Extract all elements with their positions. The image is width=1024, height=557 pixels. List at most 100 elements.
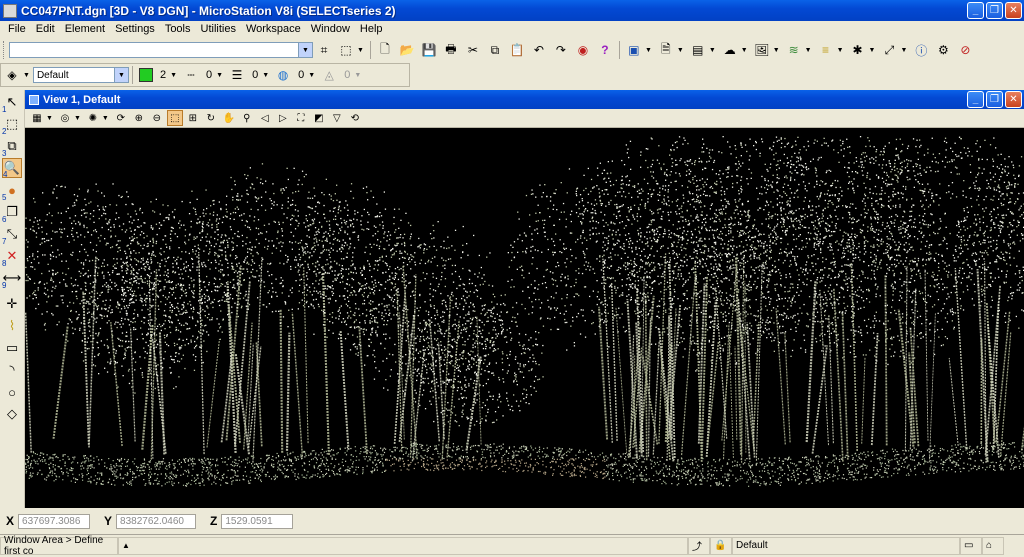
menu-element[interactable]: Element (65, 23, 105, 35)
walk-icon[interactable]: ⚲ (239, 110, 255, 126)
line-style-value: 0 (206, 69, 212, 81)
rectangle-icon[interactable]: ▭ (2, 338, 22, 358)
circle-icon[interactable]: ○ (2, 382, 22, 402)
previous-view-icon[interactable]: ◁ (257, 110, 273, 126)
window-area-icon[interactable]: ⬚ (167, 110, 183, 126)
view-window: View 1, Default _ ❐ ✕ ▦▼ ◎▼ ✺▼ ⟳ ⊕ ⊖ ⬚ ⊞… (25, 90, 1024, 508)
save-icon[interactable]: 💾 (420, 41, 438, 59)
raster-icon[interactable]: ☁ (721, 41, 739, 59)
close-button[interactable]: ✕ (1005, 2, 1022, 19)
menu-settings[interactable]: Settings (115, 23, 155, 35)
shape-icon[interactable]: ◇ (2, 404, 22, 424)
line-style-icon[interactable]: ┄ (182, 66, 200, 84)
manipulate-icon[interactable]: ●5 (2, 180, 22, 200)
point-cloud-canvas[interactable] (25, 128, 1024, 508)
level-manager-icon[interactable]: ◈ (3, 66, 21, 84)
view-close-button[interactable]: ✕ (1005, 91, 1022, 108)
info-icon[interactable]: ⓘ (912, 41, 930, 59)
menu-window[interactable]: Window (311, 23, 350, 35)
cut-icon[interactable]: ✂ (464, 41, 482, 59)
accudraw-icon[interactable]: ⤢ (880, 41, 898, 59)
home-icon[interactable]: ⌂ (982, 537, 1004, 555)
zoom-in-icon[interactable]: ⊕ (131, 110, 147, 126)
clip-volume-icon[interactable]: ◩ (311, 110, 327, 126)
next-view-icon[interactable]: ▷ (275, 110, 291, 126)
globe-icon[interactable]: ◉ (574, 41, 592, 59)
maximize-button[interactable]: ❐ (986, 2, 1003, 19)
smartline-icon[interactable]: ⌇ (2, 316, 22, 336)
fence-icon[interactable]: ⬚ (337, 41, 355, 59)
menu-utilities[interactable]: Utilities (201, 23, 236, 35)
snap-icon[interactable]: ✱ (849, 41, 867, 59)
window-title: CC047PNT.dgn [3D - V8 DGN] - MicroStatio… (21, 4, 396, 18)
models-icon[interactable]: ▤ (689, 41, 707, 59)
delete-icon[interactable]: ✕8 (2, 246, 22, 266)
view-attributes-icon[interactable]: ▦ (29, 110, 45, 126)
menu-workspace[interactable]: Workspace (246, 23, 301, 35)
copy-icon[interactable]: ⧉ (486, 41, 504, 59)
measure-icon[interactable]: ⟷9 (2, 268, 22, 288)
menu-file[interactable]: File (8, 23, 26, 35)
pan-icon[interactable]: ✋ (221, 110, 237, 126)
transparency-icon[interactable]: ◬ (320, 66, 338, 84)
rotate-view-icon[interactable]: ↻ (203, 110, 219, 126)
select-icon[interactable]: ↖1 (2, 92, 22, 112)
place-line-icon[interactable]: ✛ (2, 294, 22, 314)
menu-tools[interactable]: Tools (165, 23, 191, 35)
new-file-icon[interactable]: 🗋 (376, 41, 394, 59)
lock-icon[interactable]: 🔒 (710, 537, 732, 555)
undo-icon[interactable]: ↶ (530, 41, 548, 59)
fit-view-icon[interactable]: ⊞ (185, 110, 201, 126)
standard-toolbar: ▼ ⌗ ⬚▼ 🗋 📂 💾 🖶 ✂ ⧉ 📋 ↶ ↷ ◉ ? ▣▼ 🗎▼ ▤▼ ☁▼… (0, 37, 1024, 63)
level-combo[interactable]: Default ▼ (33, 67, 129, 83)
lighting-icon[interactable]: ✺ (85, 110, 101, 126)
clip-mask-icon[interactable]: ▽ (329, 110, 345, 126)
y-label: Y (104, 514, 112, 528)
chevron-down-icon[interactable]: ▼ (298, 43, 312, 57)
line-weight-icon[interactable]: ☰ (228, 66, 246, 84)
layers-icon[interactable]: ≋ (785, 41, 803, 59)
paste-icon[interactable]: 📋 (508, 41, 526, 59)
fence-tool-icon[interactable]: ⬚2 (2, 114, 22, 134)
view-rotation-icon[interactable]: ⟲ (347, 110, 363, 126)
reference-icon[interactable]: 🗎 (657, 41, 675, 59)
keyin-combo[interactable]: ▼ (9, 42, 313, 58)
view-toolbar: ▦▼ ◎▼ ✺▼ ⟳ ⊕ ⊖ ⬚ ⊞ ↻ ✋ ⚲ ◁ ▷ ⛶ ◩ ▽ ⟲ (25, 109, 1024, 128)
tasks-toolbar: ↖1 ⬚2 ⧉3 🔍4 ●5 ❐6 ⤡7 ✕8 ⟷9 ✛ ⌇ ▭ ◝ ○ ◇ (0, 90, 25, 508)
level-value: Default (37, 70, 69, 81)
view-cube-icon[interactable]: ▣ (625, 41, 643, 59)
design-history-icon[interactable]: ▭ (960, 537, 982, 555)
menu-help[interactable]: Help (360, 23, 383, 35)
camera-icon[interactable]: ⛶ (293, 110, 309, 126)
snap-status-icon[interactable]: ⤴ (688, 537, 710, 555)
transparency-value: 0 (344, 69, 350, 81)
element-selection-icon[interactable]: ⌗ (315, 41, 333, 59)
print-icon[interactable]: 🖶 (442, 41, 460, 59)
minimize-button[interactable]: _ (967, 2, 984, 19)
update-icon[interactable]: ⟳ (113, 110, 129, 126)
title-bar: CC047PNT.dgn [3D - V8 DGN] - MicroStatio… (0, 0, 1024, 21)
element-class-icon[interactable]: ◍ (274, 66, 292, 84)
redo-icon[interactable]: ↷ (552, 41, 570, 59)
chevron-down-icon[interactable]: ▼ (114, 68, 128, 82)
status-prompt: Window Area > Define first co (0, 537, 118, 555)
no-entry-icon[interactable]: ⊘ (956, 41, 974, 59)
active-level[interactable]: Default (732, 537, 960, 555)
view-maximize-button[interactable]: ❐ (986, 91, 1003, 108)
scale-icon[interactable]: ⤡7 (2, 224, 22, 244)
zoom-out-icon[interactable]: ⊖ (149, 110, 165, 126)
open-file-icon[interactable]: 📂 (398, 41, 416, 59)
modify-icon[interactable]: ⧉3 (2, 136, 22, 156)
arc-icon[interactable]: ◝ (2, 360, 22, 380)
copy-tool-icon[interactable]: ❐6 (2, 202, 22, 222)
image-icon[interactable]: 🖼 (753, 41, 771, 59)
color-swatch[interactable] (139, 68, 153, 82)
menu-edit[interactable]: Edit (36, 23, 55, 35)
analyze-icon[interactable]: ⚙ (934, 41, 952, 59)
z-value: 1529.0591 (221, 514, 293, 529)
display-style-icon[interactable]: ◎ (57, 110, 73, 126)
view-minimize-button[interactable]: _ (967, 91, 984, 108)
level-display-icon[interactable]: ≡ (817, 41, 835, 59)
zoom-icon[interactable]: 🔍4 (2, 158, 22, 178)
help-icon[interactable]: ? (596, 41, 614, 59)
